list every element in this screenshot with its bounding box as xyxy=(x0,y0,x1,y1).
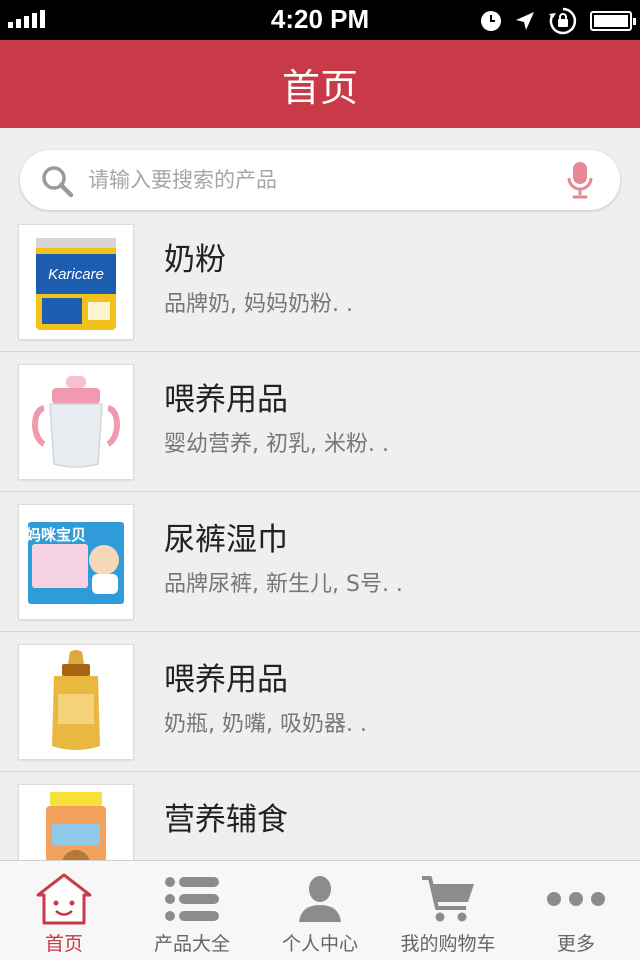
tab-home[interactable]: 首页 xyxy=(0,861,128,960)
nutrition-jar-thumbnail xyxy=(18,784,134,860)
list-item-feeding-supplies[interactable]: 喂养用品 婴幼营养, 初乳, 米粉. . xyxy=(0,352,640,492)
diaper-pack-thumbnail: 妈咪宝贝 xyxy=(18,504,134,620)
nav-bar: 首页 xyxy=(0,40,640,128)
search-input[interactable] xyxy=(88,158,548,202)
battery-level xyxy=(594,15,628,27)
page-title: 首页 xyxy=(281,65,358,110)
search-box[interactable] xyxy=(20,150,620,210)
list-item-diapers-wipes[interactable]: 妈咪宝贝 尿裤湿巾 品牌尿裤, 新生儿, S号. . xyxy=(0,492,640,632)
cart-icon xyxy=(418,871,478,927)
battery-icon xyxy=(590,11,636,31)
list-item-title: 喂养用品 xyxy=(164,382,288,418)
thumbnail-brand-text: Karicare xyxy=(48,266,104,283)
list-item-title: 营养辅食 xyxy=(164,802,288,838)
status-bar: 4:20 PM xyxy=(0,0,640,40)
list-icon xyxy=(162,871,222,927)
tab-all-products[interactable]: 产品大全 xyxy=(128,861,256,960)
sippy-cup-thumbnail xyxy=(18,364,134,480)
tab-label: 我的购物车 xyxy=(400,933,496,955)
product-category-list: Karicare 奶粉 品牌奶, 妈妈奶粉. . 喂养用品 婴幼营养, 初乳, … xyxy=(0,212,640,860)
tab-label: 首页 xyxy=(44,933,83,955)
person-icon xyxy=(290,871,350,927)
thumbnail-brand-text: 妈咪宝贝 xyxy=(26,526,86,544)
list-item-subtitle: 品牌尿裤, 新生儿, S号. . xyxy=(164,572,403,597)
list-item-milk-powder[interactable]: Karicare 奶粉 品牌奶, 妈妈奶粉. . xyxy=(0,212,640,352)
tab-label: 产品大全 xyxy=(153,933,230,955)
list-item-nutrition-food[interactable]: 营养辅食 xyxy=(0,772,640,860)
tab-label: 个人中心 xyxy=(281,933,358,955)
tab-more[interactable]: 更多 xyxy=(512,861,640,960)
list-item-feeding-bottles[interactable]: 喂养用品 奶瓶, 奶嘴, 吸奶器. . xyxy=(0,632,640,772)
tab-bar: 首页 产品大全 个人中心 我的购物车 更多 xyxy=(0,860,640,960)
alarm-clock-icon xyxy=(481,11,501,31)
search-icon xyxy=(42,166,74,198)
list-item-title: 喂养用品 xyxy=(164,662,288,698)
tab-profile[interactable]: 个人中心 xyxy=(256,861,384,960)
tab-cart[interactable]: 我的购物车 xyxy=(384,861,512,960)
location-arrow-icon xyxy=(516,12,534,30)
list-item-title: 尿裤湿巾 xyxy=(164,522,288,558)
list-item-subtitle: 品牌奶, 妈妈奶粉. . xyxy=(164,292,353,317)
list-item-subtitle: 奶瓶, 奶嘴, 吸奶器. . xyxy=(164,712,367,737)
list-item-title: 奶粉 xyxy=(164,242,226,278)
home-icon xyxy=(34,871,94,927)
milk-powder-thumbnail: Karicare xyxy=(18,224,134,340)
more-icon xyxy=(546,871,606,927)
list-item-subtitle: 婴幼营养, 初乳, 米粉. . xyxy=(164,432,389,457)
baby-bottle-thumbnail xyxy=(18,644,134,760)
tab-label: 更多 xyxy=(556,933,595,955)
rotation-lock-icon xyxy=(549,7,577,35)
microphone-icon[interactable] xyxy=(566,160,594,200)
